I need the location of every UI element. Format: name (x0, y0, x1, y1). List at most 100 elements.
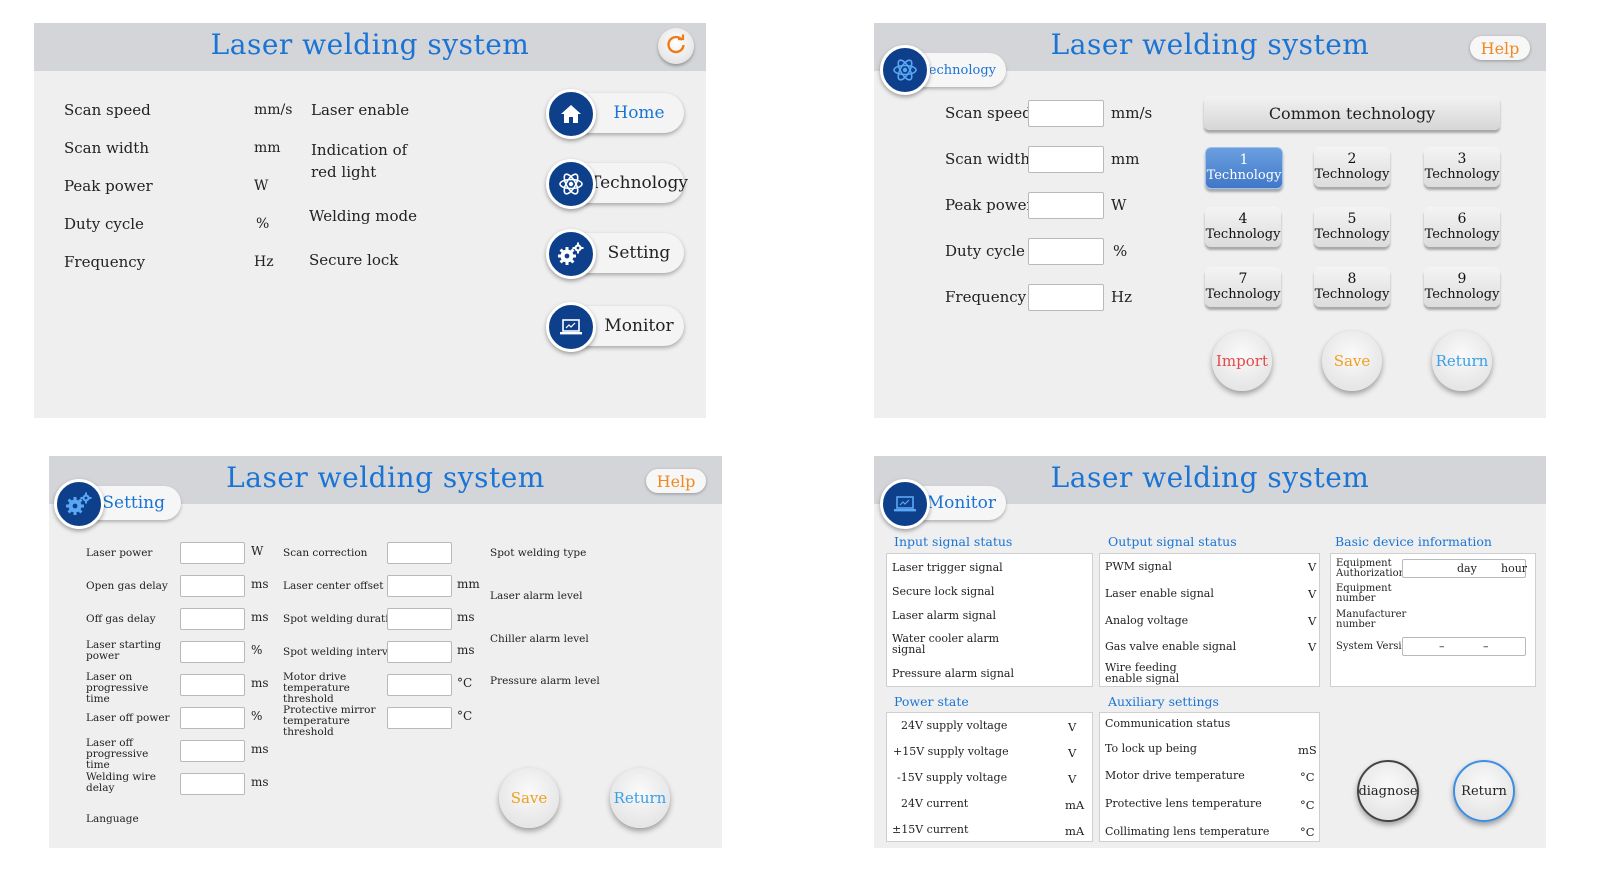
tile-number: 4 (1238, 211, 1248, 227)
setting-unit: % (251, 709, 263, 723)
peak-power-input[interactable] (1028, 192, 1104, 219)
home-title: Laser welding system (210, 28, 530, 61)
setting-label: Pressure alarm level (490, 675, 600, 687)
setting-unit: ms (251, 577, 269, 591)
tech-param-unit: mm (1111, 150, 1140, 168)
output-signal-label: Wire feeding enable signal (1105, 661, 1180, 685)
nav-setting-button[interactable]: Setting (546, 229, 684, 279)
home-param-label: Frequency (64, 253, 146, 271)
atom-icon (546, 159, 596, 209)
setting-label: Protective mirror temperature threshold (283, 704, 376, 738)
motor-drive-threshold-input[interactable] (387, 674, 452, 696)
output-signal-unit: V (1308, 640, 1317, 654)
technology-tile-5[interactable]: 5 Technology (1314, 207, 1390, 247)
monitor-tab-label: Monitor (926, 493, 996, 513)
welding-wire-delay-input[interactable] (180, 773, 245, 795)
tile-number: 8 (1347, 271, 1357, 287)
home-param-unit: mm/s (254, 102, 293, 118)
monitor-return-button[interactable]: Return (1453, 760, 1515, 822)
setting-label: Chiller alarm level (490, 633, 589, 645)
power-unit: mA (1065, 824, 1085, 838)
setting-tab-label: Setting (102, 493, 165, 513)
setting-unit: ms (251, 676, 269, 690)
protective-mirror-threshold-input[interactable] (387, 707, 452, 729)
import-button[interactable]: Import (1212, 331, 1272, 391)
laser-off-progressive-time-input[interactable] (180, 740, 245, 762)
tile-word: Technology (1424, 167, 1500, 182)
setting-unit: W (251, 544, 264, 558)
laser-starting-power-input[interactable] (180, 641, 245, 663)
output-signal-label: Analog voltage (1105, 614, 1189, 627)
return-label: Return (1461, 783, 1507, 799)
technology-tile-2[interactable]: 2 Technology (1314, 147, 1390, 187)
technology-tile-7[interactable]: 7 Technology (1205, 267, 1281, 307)
setting-unit: ms (457, 643, 475, 657)
setting-panel: Laser welding system Help Setting Laser … (49, 456, 722, 848)
scan-speed-input[interactable] (1028, 100, 1104, 127)
laser-power-input[interactable] (180, 542, 245, 564)
gears-icon (54, 479, 104, 529)
aux-unit: °C (1300, 825, 1315, 839)
scan-width-input[interactable] (1028, 146, 1104, 173)
duty-cycle-input[interactable] (1028, 238, 1104, 265)
output-signal-title: Output signal status (1108, 534, 1237, 549)
technology-return-button[interactable]: Return (1432, 331, 1492, 391)
home-status-label: Indication of (311, 141, 408, 159)
monitor-panel: Laser welding system Monitor Input signa… (874, 456, 1546, 848)
home-param-label: Duty cycle (64, 215, 144, 233)
laser-off-power-input[interactable] (180, 707, 245, 729)
technology-tile-6[interactable]: 6 Technology (1424, 207, 1500, 247)
technology-tile-4[interactable]: 4 Technology (1205, 207, 1281, 247)
basic-info-title: Basic device information (1335, 534, 1492, 549)
home-status-label: red light (311, 163, 377, 181)
nav-technology-button[interactable]: Technology (546, 159, 688, 209)
home-param-label: Peak power (64, 177, 153, 195)
setting-label: Motor drive temperature threshold (283, 671, 350, 705)
laser-on-progressive-time-input[interactable] (180, 674, 245, 696)
refresh-icon (665, 33, 687, 59)
power-label: 24V current (901, 797, 969, 810)
frequency-input[interactable] (1028, 284, 1104, 311)
spot-welding-duration-input[interactable] (387, 608, 452, 630)
tile-number: 9 (1457, 271, 1467, 287)
power-unit: V (1068, 746, 1077, 760)
setting-unit: °C (457, 676, 473, 690)
setting-save-button[interactable]: Save (499, 768, 559, 828)
tech-param-label: Duty cycle (945, 242, 1025, 260)
power-label: +15V supply voltage (893, 745, 1009, 758)
setting-unit: °C (457, 709, 473, 723)
input-signal-label: Water cooler alarm signal (892, 632, 1000, 656)
technology-tile-1[interactable]: 1 Technology (1205, 147, 1283, 189)
technology-tile-8[interactable]: 8 Technology (1314, 267, 1390, 307)
setting-return-button[interactable]: Return (610, 768, 670, 828)
import-label: Import (1216, 352, 1268, 370)
scan-correction-input[interactable] (387, 542, 452, 564)
technology-tile-3[interactable]: 3 Technology (1424, 147, 1500, 187)
spot-welding-interval-input[interactable] (387, 641, 452, 663)
aux-unit: °C (1300, 770, 1315, 784)
off-gas-delay-input[interactable] (180, 608, 245, 630)
authorization-hour-label: hour (1501, 562, 1528, 575)
nav-monitor-button[interactable]: Monitor (546, 302, 684, 352)
common-technology-button[interactable]: Common technology (1204, 96, 1500, 130)
open-gas-delay-input[interactable] (180, 575, 245, 597)
technology-save-button[interactable]: Save (1322, 331, 1382, 391)
tile-number: 2 (1347, 151, 1357, 167)
tile-word: Technology (1205, 287, 1281, 302)
setting-help-button[interactable]: Help (646, 469, 706, 493)
technology-help-button[interactable]: Help (1470, 36, 1530, 60)
setting-label: Laser off progressive time (86, 737, 149, 771)
tile-word: Technology (1206, 168, 1282, 183)
tech-param-unit: % (1113, 242, 1128, 260)
output-signal-unit: V (1308, 587, 1317, 601)
save-label: Save (510, 789, 548, 807)
technology-tile-9[interactable]: 9 Technology (1424, 267, 1500, 307)
diagnose-button[interactable]: diagnose (1357, 760, 1419, 822)
tile-word: Technology (1314, 227, 1390, 242)
laser-center-offset-input[interactable] (387, 575, 452, 597)
power-label: -15V supply voltage (897, 771, 1008, 784)
nav-home-button[interactable]: Home (546, 89, 684, 139)
equipment-number-label: Equipment number (1336, 583, 1392, 604)
home-param-unit: Hz (254, 254, 274, 270)
refresh-button[interactable] (658, 28, 694, 64)
